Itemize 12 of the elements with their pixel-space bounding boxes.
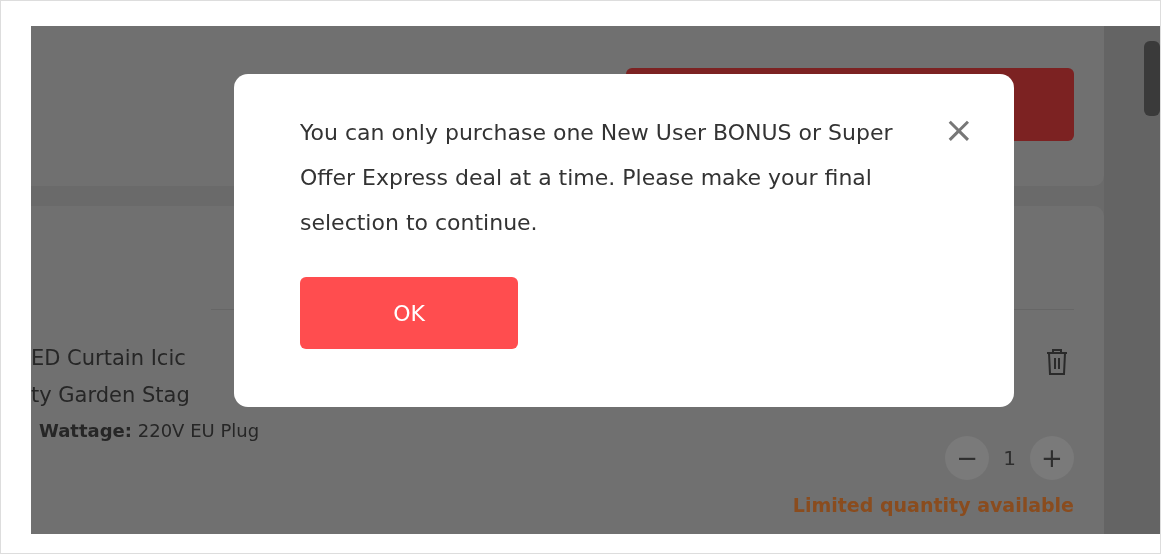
stock-note: Limited quantity available xyxy=(792,494,1074,516)
dialog-message: You can only purchase one New User BONUS or Super Offer Express deal at a time. Please make your final selection to continue. xyxy=(300,119,894,237)
close-button[interactable]: × xyxy=(943,112,974,148)
ok-button[interactable]: OK xyxy=(300,277,518,349)
quantity-value: 1 xyxy=(1003,446,1016,470)
decrease-button[interactable]: − xyxy=(945,436,990,480)
trash-icon[interactable] xyxy=(1045,348,1069,376)
product-title-line: ty Garden Stag xyxy=(31,382,191,409)
scrollbar-thumb[interactable] xyxy=(1144,41,1160,116)
increase-button[interactable]: + xyxy=(1030,436,1074,480)
product-attribute: Wattage: 220V EU Plug xyxy=(39,420,260,441)
product-title-line: ED Curtain Icic xyxy=(31,345,187,372)
